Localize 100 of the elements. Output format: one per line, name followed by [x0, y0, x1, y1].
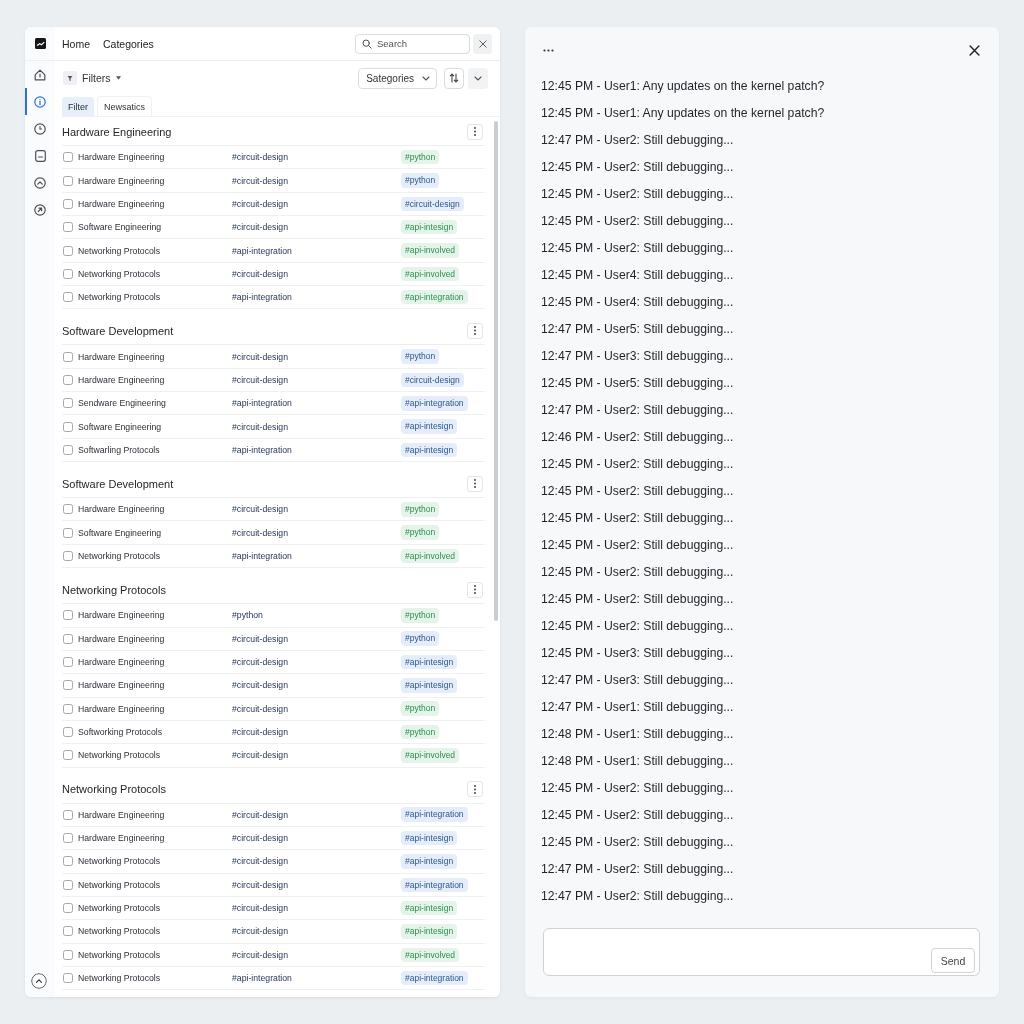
row-checkbox[interactable]: [63, 551, 73, 561]
caret-icon: [115, 76, 121, 80]
tag-chip: #api-intesign: [401, 219, 458, 235]
section-menu-button[interactable]: [467, 781, 483, 798]
tab[interactable]: Filter: [62, 97, 94, 116]
tag-chip: #api-involved: [401, 947, 460, 963]
row-checkbox[interactable]: [63, 374, 73, 385]
more-button[interactable]: [543, 48, 554, 52]
chat-message: 12:45 PM - User1: Any updates on the kernel patch?: [541, 105, 826, 122]
row-checkbox[interactable]: [63, 351, 73, 362]
tag-chip: #api-intesign: [401, 419, 458, 434]
item-title: Softwarling Protocols: [78, 444, 161, 455]
tag-chip: #api-involved: [401, 266, 460, 282]
chat-message: 12:45 PM - User2: Still debugging...: [541, 159, 735, 176]
message-input[interactable]: [543, 928, 980, 976]
chat-message: 12:45 PM - User2: Still debugging...: [541, 483, 735, 500]
tab[interactable]: Newsatics: [98, 97, 151, 116]
hashtag-label: #circuit-design: [232, 351, 289, 362]
section-menu-button[interactable]: [467, 475, 483, 492]
hashtag-label: #circuit-design: [232, 809, 289, 820]
row-checkbox[interactable]: [63, 398, 73, 409]
section-menu-button[interactable]: [467, 581, 483, 598]
hashtag-label: #api-integration: [232, 551, 293, 561]
row-checkbox[interactable]: [63, 657, 73, 667]
sort-button[interactable]: [444, 67, 464, 89]
hashtag-label: #api-integration: [232, 245, 293, 256]
close-button[interactable]: [969, 44, 980, 56]
tag-chip: #api-intesign: [401, 924, 458, 939]
chat-message: 12:45 PM - User2: Still debugging...: [541, 537, 735, 554]
close-button[interactable]: [473, 33, 492, 54]
row-checkbox[interactable]: [63, 421, 73, 432]
row-checkbox[interactable]: [63, 750, 73, 761]
tag-chip: #api-integration: [401, 807, 468, 822]
row-checkbox[interactable]: [63, 903, 73, 914]
row-checkbox[interactable]: [63, 633, 73, 644]
tag-chip: #circuit-design: [401, 372, 464, 388]
item-title: Software Engineering: [78, 421, 163, 432]
search-field[interactable]: Search: [355, 33, 470, 54]
row-checkbox[interactable]: [63, 504, 73, 515]
item-title: Software Engineering: [78, 527, 163, 538]
hashtag-label: #api-integration: [232, 292, 293, 303]
scrollbar[interactable]: [494, 121, 498, 621]
chat-message: 12:45 PM - User2: Still debugging...: [541, 510, 735, 527]
item-title: Networking Protocols: [78, 245, 162, 256]
row-checkbox[interactable]: [63, 727, 73, 738]
item-title: Hardware Engineering: [78, 809, 166, 820]
row-checkbox[interactable]: [63, 949, 73, 960]
tag-chip: #python: [401, 525, 440, 540]
row-checkbox[interactable]: [63, 973, 73, 984]
item-title: Networking Protocols: [78, 949, 162, 960]
row-checkbox[interactable]: [63, 444, 73, 455]
row-checkbox[interactable]: [63, 222, 73, 233]
row-checkbox[interactable]: [63, 809, 73, 820]
hashtag-label: #circuit-design: [232, 421, 289, 432]
tag-chip: #api-involved: [401, 548, 460, 564]
nav-link[interactable]: Categories: [103, 37, 154, 50]
hashtag-label: #circuit-design: [232, 833, 289, 844]
filters-button[interactable]: Filters: [62, 71, 121, 85]
row-checkbox[interactable]: [63, 152, 73, 163]
hashtag-label: #circuit-design: [232, 504, 289, 515]
hashtag-label: #circuit-design: [232, 657, 289, 667]
row-checkbox[interactable]: [63, 856, 73, 867]
chat-message: 12:45 PM - User1: Any updates on the kernel patch?: [541, 78, 826, 95]
row-checkbox[interactable]: [63, 527, 73, 538]
row-checkbox[interactable]: [63, 833, 73, 844]
section-title: Networking Protocols: [62, 783, 166, 796]
item-title: Sendware Engineering: [78, 398, 167, 409]
section-title: Software Development: [62, 477, 174, 490]
tag-chip: #api-intesign: [401, 830, 458, 846]
row-checkbox[interactable]: [63, 292, 73, 303]
chevron-down-icon: [422, 75, 430, 81]
send-button[interactable]: Send: [931, 948, 975, 973]
nav-link[interactable]: Home: [62, 37, 90, 50]
section-menu-button[interactable]: [467, 123, 483, 140]
hashtag-label: #circuit-design: [232, 727, 289, 738]
collapse-button[interactable]: [31, 973, 47, 989]
tag-chip: #api-integration: [401, 396, 468, 411]
category-select[interactable]: Sategories: [358, 67, 437, 89]
row-checkbox[interactable]: [63, 680, 73, 691]
section-menu-button[interactable]: [467, 322, 483, 339]
item-title: Hardware Engineering: [78, 703, 166, 714]
chat-message: 12:47 PM - User3: Still debugging...: [541, 348, 735, 365]
item-title: Networking Protocols: [78, 856, 162, 867]
row-checkbox[interactable]: [63, 926, 73, 937]
chat-message: 12:48 PM - User1: Still debugging...: [541, 726, 735, 743]
row-checkbox[interactable]: [63, 703, 73, 714]
item-title: Hardware Engineering: [78, 680, 166, 691]
row-checkbox[interactable]: [63, 198, 73, 209]
more-icon: [543, 48, 554, 52]
row-checkbox[interactable]: [63, 245, 73, 256]
row-checkbox[interactable]: [63, 610, 73, 621]
tag-chip: #api-intesign: [401, 678, 458, 693]
hashtag-label: #python: [232, 610, 264, 621]
row-checkbox[interactable]: [63, 175, 73, 186]
hashtag-label: #circuit-design: [232, 903, 289, 914]
item-title: Networking Protocols: [78, 903, 162, 914]
item-title: Hardware Engineering: [78, 833, 166, 844]
hashtag-label: #circuit-design: [232, 374, 289, 385]
row-checkbox[interactable]: [63, 268, 73, 279]
row-checkbox[interactable]: [63, 879, 73, 890]
